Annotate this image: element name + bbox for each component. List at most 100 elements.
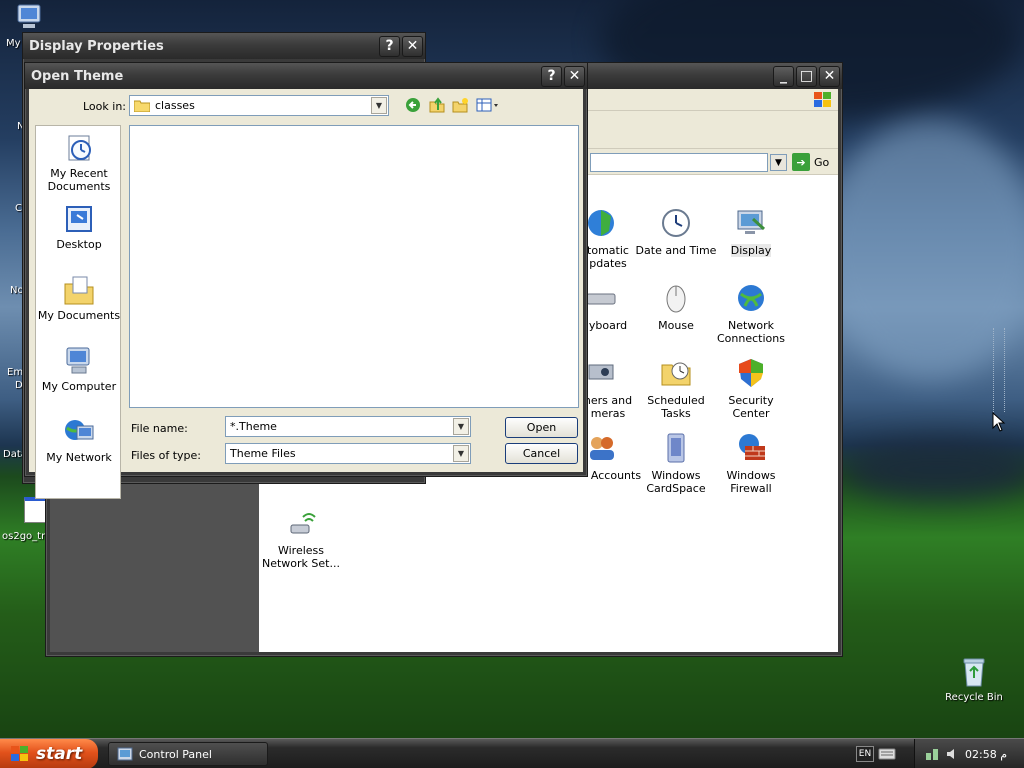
cancel-button[interactable]: Cancel	[505, 443, 578, 464]
cp-item-label: Scheduled Tasks	[647, 394, 705, 420]
cp-item-label: Network Connections	[717, 319, 785, 345]
file-name-label: File name:	[131, 422, 188, 435]
maximize-button[interactable]: □	[796, 65, 817, 87]
cp-item-windows-firewall[interactable]: Windows Firewall	[710, 432, 792, 495]
users-icon	[585, 432, 617, 464]
firewall-icon	[735, 432, 767, 464]
place-my-recent-documents[interactable]: My Recent Documents	[36, 132, 122, 193]
chevron-down-icon[interactable]: ▼	[453, 418, 469, 435]
cp-item-display[interactable]: Display	[710, 207, 792, 257]
cp-item-wireless-network-setup[interactable]: Wireless Network Set...	[260, 507, 342, 570]
display-icon	[735, 207, 767, 239]
document-icon[interactable]	[24, 497, 46, 523]
distant-hills	[840, 440, 1024, 500]
go-label: Go	[814, 155, 830, 169]
new-folder-icon	[452, 98, 468, 113]
chevron-down-icon[interactable]: ▼	[371, 97, 387, 114]
place-label: My Recent Documents	[47, 167, 111, 193]
look-in-dropdown[interactable]: classes ▼	[129, 95, 389, 116]
cp-item-label: Date and Time	[635, 244, 717, 257]
desktop-icon-recycle-bin[interactable]: Recycle Bin	[934, 656, 1014, 703]
file-name-value: *.Theme	[230, 420, 277, 433]
dialog-title: Open Theme	[31, 68, 124, 84]
recent-documents-icon	[63, 132, 95, 164]
help-button[interactable]: ?	[541, 65, 562, 87]
windows-flag-icon	[11, 746, 28, 761]
place-label: My Documents	[37, 309, 121, 322]
taskbar-button-control-panel[interactable]: Control Panel	[108, 742, 268, 766]
drag-outline	[993, 328, 1005, 412]
open-theme-dialog: Open Theme ? ✕ Look in: classes ▼ My Rec…	[24, 62, 588, 499]
back-button[interactable]	[403, 96, 423, 114]
folder-icon	[134, 100, 150, 112]
cp-item-scheduled-tasks[interactable]: Scheduled Tasks	[635, 357, 717, 420]
cp-item-mouse[interactable]: Mouse	[635, 282, 717, 332]
start-label: start	[36, 744, 83, 764]
open-button[interactable]: Open	[505, 417, 578, 438]
chevron-down-icon: ▼	[775, 157, 782, 168]
open-theme-titlebar[interactable]: Open Theme ? ✕	[25, 63, 587, 89]
cp-item-windows-cardspace[interactable]: Windows CardSpace	[635, 432, 717, 495]
file-name-input[interactable]: *.Theme ▼	[225, 416, 471, 437]
address-dropdown-button[interactable]: ▼	[770, 154, 787, 171]
scanner-icon	[585, 357, 617, 389]
view-menu-button[interactable]	[475, 96, 503, 114]
back-arrow-icon	[406, 98, 420, 112]
close-button[interactable]: ✕	[402, 35, 423, 57]
cp-item-label: Security Center	[728, 394, 774, 420]
files-of-type-value: Theme Files	[230, 447, 296, 460]
start-button[interactable]: start	[0, 739, 98, 768]
up-folder-button[interactable]	[427, 96, 447, 114]
help-button[interactable]: ?	[379, 35, 400, 57]
look-in-label: Look in:	[83, 100, 126, 113]
task-label: Control Panel	[139, 747, 212, 761]
cp-item-label: Windows Firewall	[726, 469, 776, 495]
window-title: Display Properties	[29, 38, 164, 54]
clock-icon	[660, 207, 692, 239]
chevron-down-icon[interactable]: ▼	[453, 445, 469, 462]
files-of-type-select[interactable]: Theme Files ▼	[225, 443, 471, 464]
look-in-value: classes	[155, 99, 195, 112]
close-button[interactable]: ✕	[819, 65, 840, 87]
desktop-icon-label: C	[15, 203, 22, 214]
language-indicator[interactable]: EN	[856, 746, 874, 762]
place-desktop[interactable]: Desktop	[36, 203, 122, 251]
go-arrow-icon: ➔	[792, 153, 810, 171]
place-label: My Network	[46, 451, 112, 464]
go-button[interactable]: ➔ Go	[792, 153, 829, 171]
network-status-icon[interactable]	[925, 747, 939, 761]
place-my-documents[interactable]: My Documents	[36, 274, 122, 322]
system-tray: 02:58 م	[914, 739, 1024, 768]
clock[interactable]: 02:58 م	[965, 748, 1007, 761]
my-network-icon	[63, 416, 95, 448]
place-my-network[interactable]: My Network	[36, 416, 122, 464]
desktop-icon-label: Em	[7, 367, 24, 378]
new-folder-button[interactable]	[450, 96, 470, 114]
mouse-cursor-icon	[992, 412, 1006, 432]
address-input[interactable]	[590, 153, 768, 172]
place-my-computer[interactable]: My Computer	[36, 345, 122, 393]
cp-item-security-center[interactable]: Security Center	[710, 357, 792, 420]
cp-item-date-and-time[interactable]: Date and Time	[635, 207, 717, 257]
close-button[interactable]: ✕	[564, 65, 585, 87]
taskbar: start Control Panel EN 02:58 م	[0, 738, 1024, 768]
desktop-icon-label: Recycle Bin	[945, 692, 1003, 703]
windows-logo-icon	[814, 92, 831, 107]
view-menu-icon	[476, 98, 498, 112]
minimize-button[interactable]: _	[773, 65, 794, 87]
globe-shield-icon	[585, 207, 617, 239]
control-panel-icon	[117, 747, 133, 761]
cp-item-label: Display	[730, 244, 772, 257]
display-properties-titlebar[interactable]: Display Properties ? ✕	[23, 33, 425, 59]
place-label: Desktop	[56, 238, 102, 251]
desktop-icon-label: My	[6, 38, 21, 49]
file-list-view[interactable]	[129, 125, 579, 408]
volume-icon[interactable]	[945, 747, 959, 761]
my-computer-icon	[12, 2, 44, 34]
up-folder-icon	[429, 97, 445, 113]
scheduled-folder-icon	[660, 357, 692, 389]
keyboard-layout-icon[interactable]	[878, 747, 896, 761]
cp-item-network-connections[interactable]: Network Connections	[710, 282, 792, 345]
mouse-icon	[660, 282, 692, 314]
open-theme-client: Look in: classes ▼ My Recent Documents D…	[29, 89, 583, 499]
